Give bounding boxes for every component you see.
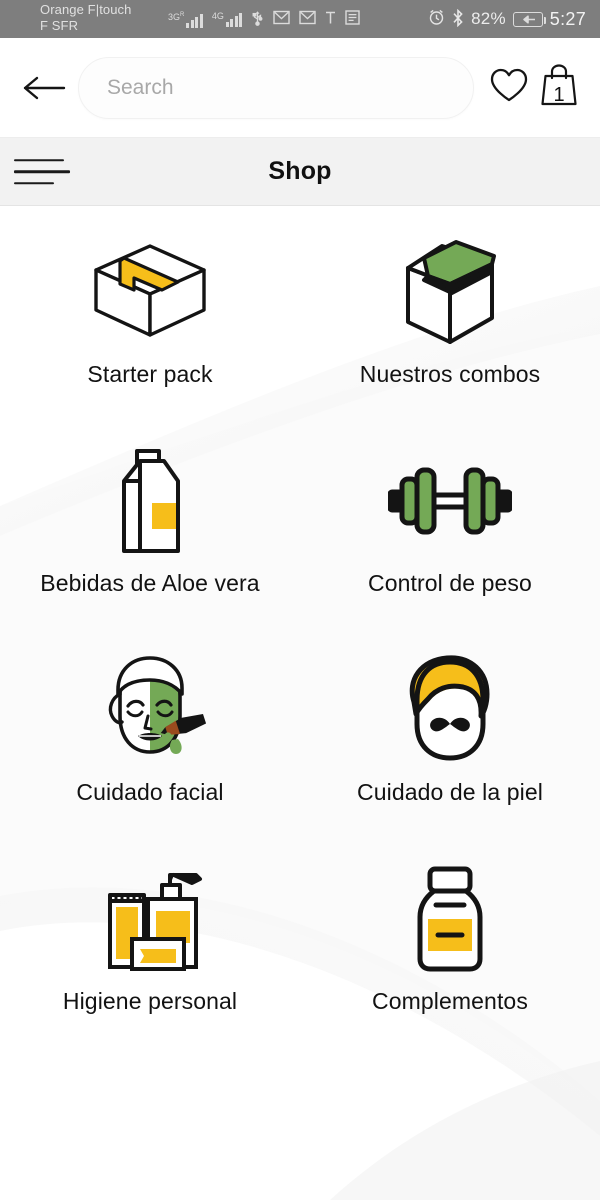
category-item-complementos[interactable]: Complementos bbox=[300, 833, 600, 1042]
mail-icon bbox=[273, 10, 291, 28]
open-box-icon bbox=[394, 233, 506, 351]
category-label: Cuidado de la piel bbox=[357, 779, 543, 805]
search-toolbar: 1 bbox=[0, 38, 600, 138]
category-grid-container: Starter pack Nuestros combos Bebidas de … bbox=[0, 206, 600, 1200]
mail-icon bbox=[299, 10, 317, 28]
dumbbell-icon bbox=[388, 442, 512, 560]
status-right-group: 82% 5:27 bbox=[428, 0, 586, 38]
heart-icon bbox=[489, 67, 529, 109]
usb-icon bbox=[251, 9, 264, 29]
hamburger-menu-icon[interactable] bbox=[14, 158, 70, 185]
category-item-starter-pack[interactable]: Starter pack bbox=[0, 206, 300, 415]
battery-percent: 82% bbox=[471, 9, 506, 28]
signal-3g-indicator: 3GR bbox=[168, 11, 203, 28]
category-label: Control de peso bbox=[368, 570, 532, 596]
list-icon bbox=[345, 10, 361, 28]
network-3g-label: 3GR bbox=[168, 11, 185, 22]
network-4g-label: 4G bbox=[211, 10, 224, 21]
carrier-line-2: F SFR bbox=[40, 18, 79, 33]
search-field[interactable] bbox=[78, 56, 474, 119]
status-icons-group: 3GR 4G bbox=[168, 0, 361, 38]
search-input[interactable] bbox=[107, 75, 445, 100]
back-arrow-icon[interactable] bbox=[16, 74, 72, 102]
category-label: Nuestros combos bbox=[359, 361, 541, 387]
status-bar: Orange F|touch F SFR 3GR 4G 82% 5:27 bbox=[0, 0, 600, 38]
page-title: Shop bbox=[268, 157, 332, 185]
face-mask-icon bbox=[94, 651, 206, 769]
category-label: Higiene personal bbox=[62, 988, 238, 1014]
text-format-icon bbox=[325, 11, 336, 28]
category-item-bebidas-aloe-vera[interactable]: Bebidas de Aloe vera bbox=[0, 415, 300, 624]
bearded-man-face-icon bbox=[397, 651, 503, 769]
category-label: Starter pack bbox=[87, 361, 213, 387]
category-item-nuestros-combos[interactable]: Nuestros combos bbox=[300, 206, 600, 415]
signal-4g-indicator: 4G bbox=[211, 10, 243, 27]
app-title-bar: Shop bbox=[0, 138, 600, 206]
signal-bars-1 bbox=[186, 13, 203, 28]
beverage-carton-icon bbox=[104, 442, 196, 560]
closed-box-icon bbox=[90, 233, 210, 351]
supplement-bottle-icon bbox=[404, 860, 496, 978]
category-item-cuidado-de-la-piel[interactable]: Cuidado de la piel bbox=[300, 624, 600, 833]
signal-bars-2 bbox=[225, 12, 243, 27]
battery-charging-icon bbox=[512, 11, 547, 27]
carrier-line-1: Orange F|touch bbox=[40, 2, 132, 17]
cart-button[interactable]: 1 bbox=[534, 62, 584, 113]
category-item-control-de-peso[interactable]: Control de peso bbox=[300, 415, 600, 624]
category-label: Bebidas de Aloe vera bbox=[40, 570, 260, 596]
bluetooth-icon bbox=[452, 8, 464, 30]
carrier-labels: Orange F|touch F SFR bbox=[40, 2, 132, 34]
category-label: Cuidado facial bbox=[76, 779, 224, 805]
clock-time: 5:27 bbox=[549, 8, 586, 29]
favorites-button[interactable] bbox=[484, 67, 534, 109]
category-item-cuidado-facial[interactable]: Cuidado facial bbox=[0, 624, 300, 833]
category-label: Complementos bbox=[372, 988, 528, 1014]
category-grid: Starter pack Nuestros combos Bebidas de … bbox=[0, 206, 600, 1042]
alarm-icon bbox=[428, 9, 445, 29]
toiletries-icon bbox=[88, 860, 212, 978]
category-item-higiene-personal[interactable]: Higiene personal bbox=[0, 833, 300, 1042]
cart-badge-count: 1 bbox=[553, 84, 565, 106]
